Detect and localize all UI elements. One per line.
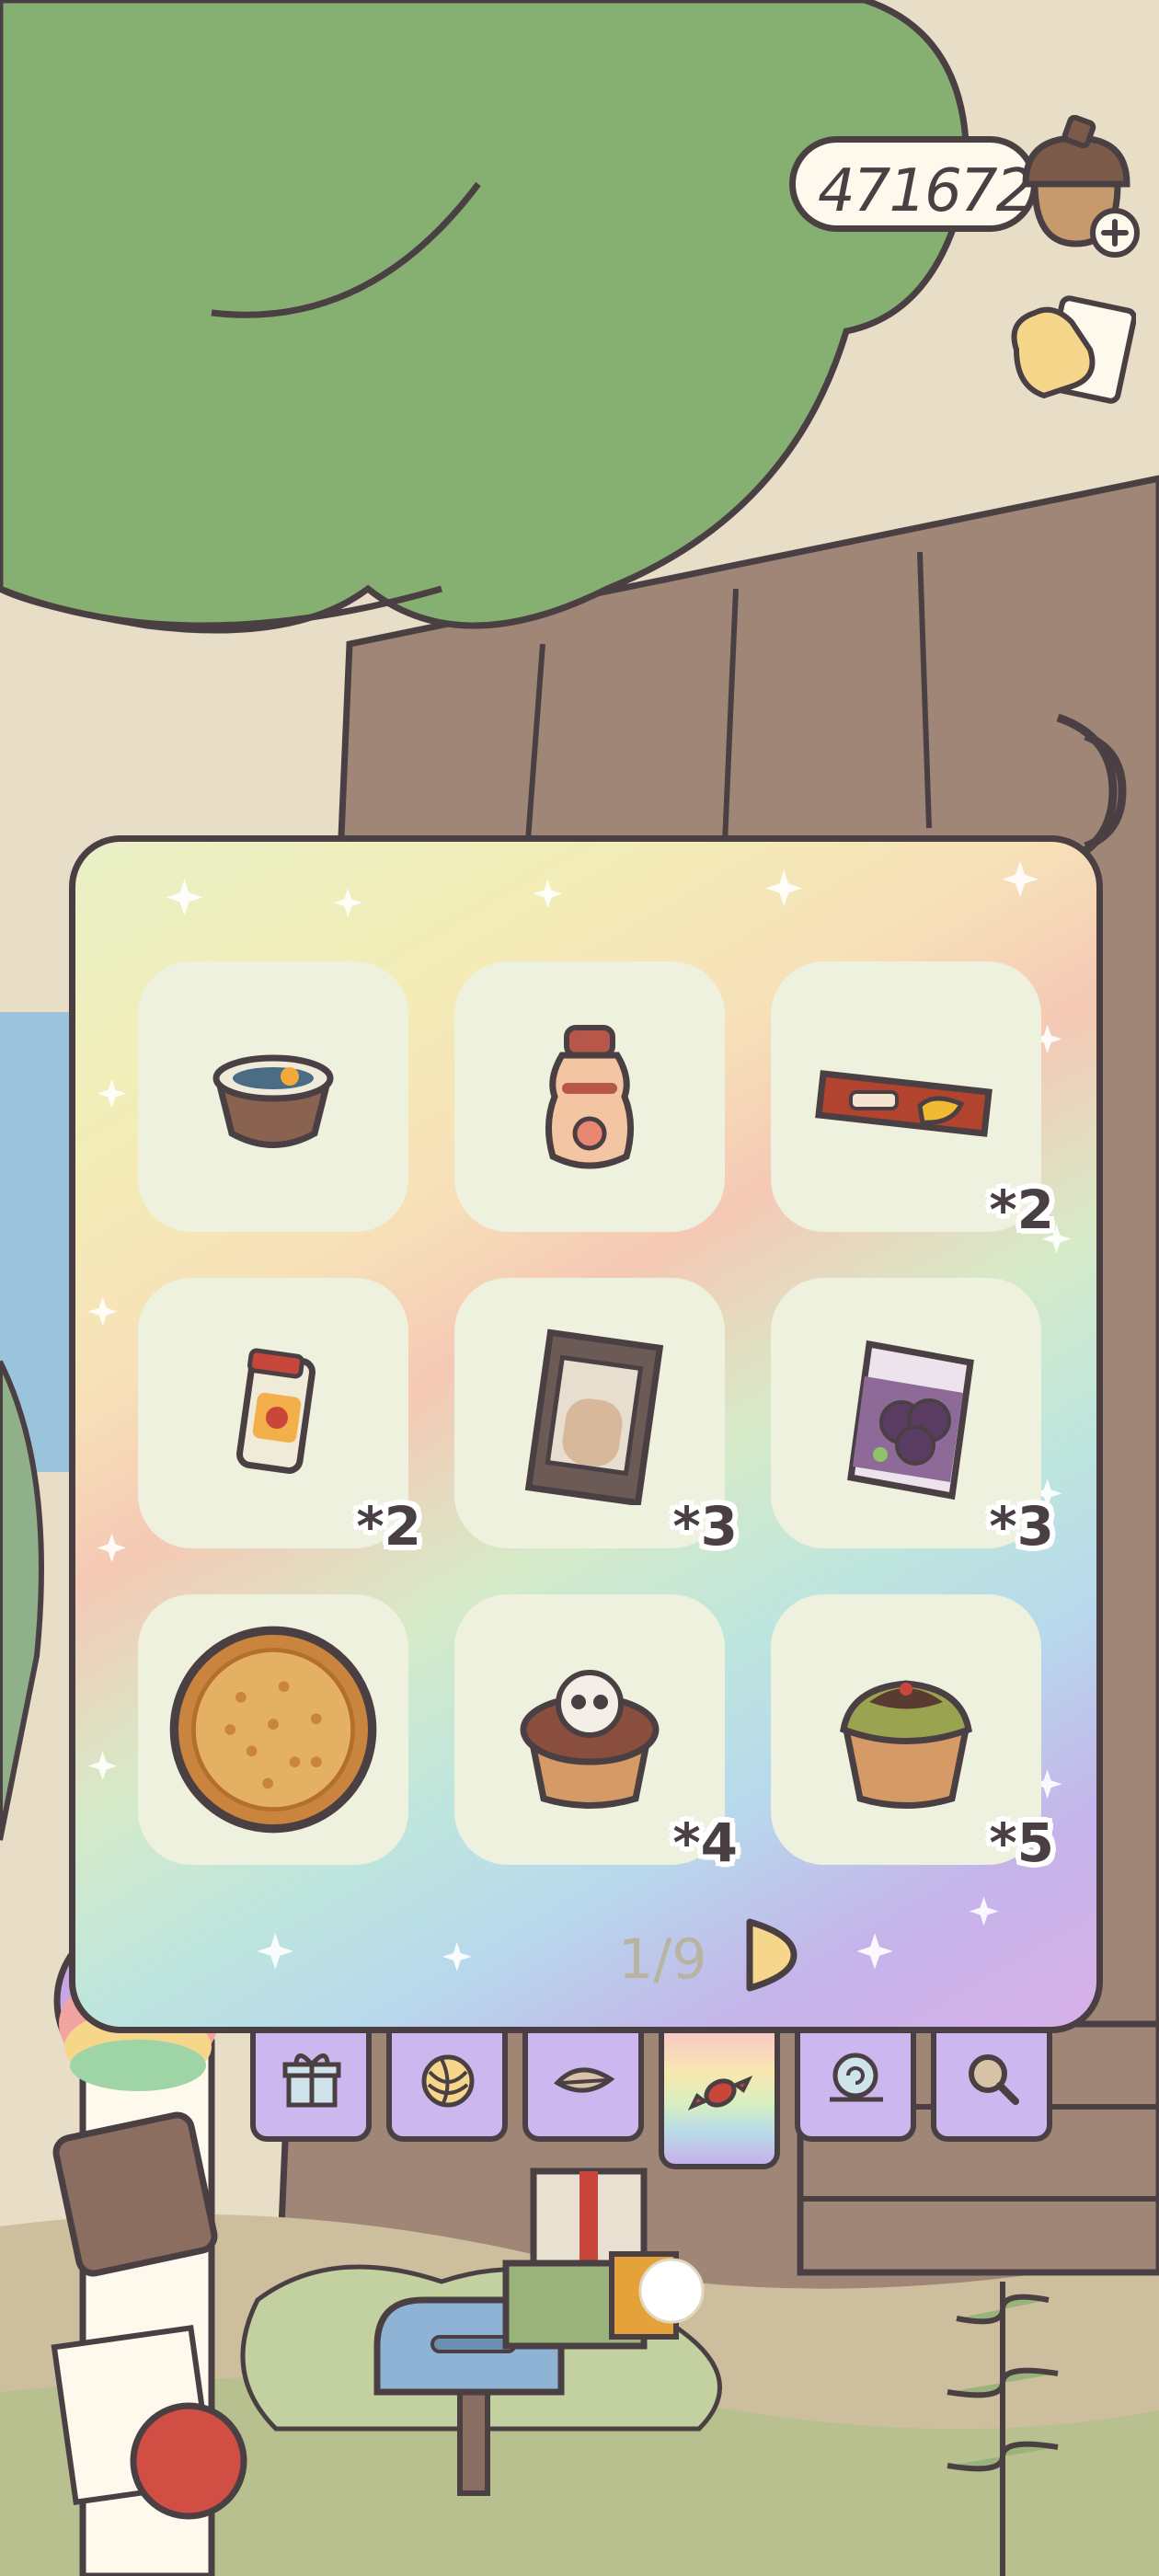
snack-inventory-panel: *2 *2 *3 *3 *4 *5 1/9 — [69, 835, 1103, 2033]
leaf-icon — [554, 2067, 615, 2093]
item-slot-grape-candy[interactable]: *3 — [771, 1278, 1054, 1558]
candy-icon — [688, 2076, 752, 2110]
grape-candy-bag-icon — [847, 1340, 974, 1501]
item-slot-milk[interactable] — [454, 961, 725, 1232]
category-tabs — [250, 2033, 1055, 2169]
cookie-box-icon — [524, 1328, 664, 1505]
skull-tart-icon — [520, 1670, 660, 1809]
tab-search[interactable] — [931, 2033, 1052, 2142]
milk-bottle-icon — [545, 1025, 635, 1169]
item-quantity: *4 — [672, 1811, 738, 1874]
acorn-counter: 471672 — [789, 136, 1038, 232]
acorn-icon[interactable] — [1012, 115, 1150, 262]
item-slot-cookie-box[interactable]: *3 — [454, 1278, 738, 1558]
magnifier-icon — [969, 2054, 1019, 2105]
gift-icon — [282, 2053, 341, 2108]
item-quantity: *5 — [989, 1811, 1054, 1874]
tab-leaf[interactable] — [522, 2033, 644, 2142]
tab-gifts[interactable] — [250, 2033, 372, 2142]
item-slot-jam[interactable]: *2 — [138, 1278, 421, 1558]
item-quantity: *2 — [356, 1495, 421, 1558]
game-scene: 471672 *2 *2 *3 *3 *4 *5 1/9 — [0, 0, 1159, 2576]
page-indicator: 1/9 — [618, 1927, 707, 1992]
item-slot-biscuit[interactable] — [138, 1594, 408, 1865]
item-slot-matcha-tart[interactable]: *5 — [771, 1594, 1054, 1874]
clover-thumb-icon[interactable] — [998, 294, 1136, 414]
pudding-cup-icon — [212, 1054, 334, 1148]
item-slot-skull-tart[interactable]: *4 — [454, 1594, 738, 1874]
tab-yarn[interactable] — [386, 2033, 508, 2142]
tab-snail[interactable] — [795, 2033, 916, 2142]
next-page-arrow-icon[interactable] — [742, 1916, 798, 1994]
acorn-count: 471672 — [818, 157, 1033, 225]
item-quantity: *3 — [672, 1495, 738, 1558]
item-slot-pudding[interactable] — [138, 961, 408, 1232]
jam-jar-icon — [236, 1348, 316, 1474]
snail-icon — [830, 2053, 883, 2102]
round-biscuit-icon — [169, 1626, 377, 1834]
item-slot-chocolate-bar[interactable]: *2 — [771, 961, 1054, 1241]
matcha-tart-icon — [840, 1680, 972, 1809]
chocolate-bar-icon — [815, 1070, 993, 1137]
yarn-icon — [421, 2054, 475, 2108]
item-quantity: *2 — [989, 1179, 1054, 1241]
tab-snacks[interactable] — [659, 2033, 780, 2169]
item-quantity: *3 — [989, 1495, 1054, 1558]
